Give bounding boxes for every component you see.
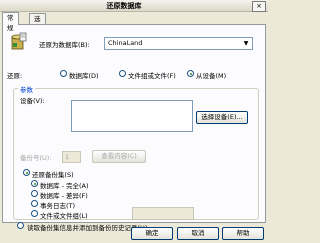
- db-differential-label: 数据库 - 差异(F): [40, 192, 88, 200]
- file-or-filegroup-label: 文件或文件组(L): [40, 212, 88, 220]
- close-button[interactable]: ×: [252, 1, 266, 12]
- database-icon: [11, 32, 27, 50]
- radio-restore-backup-set[interactable]: [23, 169, 30, 176]
- radio-filegroup-label: 文件组或文件(F): [128, 72, 176, 80]
- backup-number-label: 备份号(U):: [20, 154, 52, 162]
- devices-list[interactable]: [71, 100, 193, 132]
- radio-filegroup[interactable]: [119, 70, 126, 77]
- restore-database-dialog: 还原数据库 × 常规 选项 还原为数据库(B): ChinaLand ▼ 还原:…: [0, 0, 268, 243]
- title-bar: 还原数据库 ×: [0, 0, 268, 12]
- tab-general[interactable]: 常规: [2, 12, 19, 32]
- chevron-down-icon[interactable]: ▼: [241, 38, 251, 49]
- dialog-footer: 确定 取消 帮助: [0, 222, 268, 243]
- radio-database[interactable]: [60, 70, 67, 77]
- select-devices-button[interactable]: 选择设备(E)...: [196, 111, 248, 124]
- parameters-legend: 参数: [18, 84, 35, 94]
- transaction-log-label: 事务日志(T): [40, 202, 76, 210]
- radio-db-full[interactable]: [31, 180, 38, 187]
- parameters-group: 参数 设备(V): 选择设备(E)... 备份号(U): 1 查看内容(C) 还…: [13, 84, 259, 220]
- ok-button[interactable]: 确定: [131, 227, 173, 240]
- backup-number-field[interactable]: 1: [62, 151, 81, 163]
- db-full-label: 数据库 - 完全(A): [40, 182, 89, 190]
- cancel-button[interactable]: 取消: [177, 227, 219, 240]
- help-button[interactable]: 帮助: [222, 227, 264, 240]
- radio-db-differential[interactable]: [31, 190, 38, 197]
- file-or-filegroup-field[interactable]: [132, 207, 194, 220]
- view-contents-button[interactable]: 查看内容(C): [92, 150, 146, 163]
- radio-database-label: 数据库(D): [69, 72, 99, 80]
- restore-as-label: 还原为数据库(B):: [39, 41, 90, 49]
- restore-backup-set-label: 还原备份集(S): [32, 171, 74, 179]
- devices-label: 设备(V):: [20, 97, 45, 105]
- radio-transaction-log[interactable]: [31, 200, 38, 207]
- tab-panel-general: 还原为数据库(B): ChinaLand ▼ 还原: 数据库(D) 文件组或文件…: [2, 24, 266, 232]
- restore-as-database-combo[interactable]: ChinaLand ▼: [104, 37, 253, 50]
- radio-file-or-filegroup[interactable]: [31, 210, 38, 217]
- restore-as-value: ChinaLand: [108, 39, 143, 47]
- radio-from-device-label: 从设备(M): [196, 72, 227, 80]
- tab-options[interactable]: 选项: [29, 13, 46, 33]
- radio-from-device[interactable]: [187, 70, 194, 77]
- window-title: 还原数据库: [106, 2, 142, 10]
- restore-label: 还原:: [7, 72, 23, 80]
